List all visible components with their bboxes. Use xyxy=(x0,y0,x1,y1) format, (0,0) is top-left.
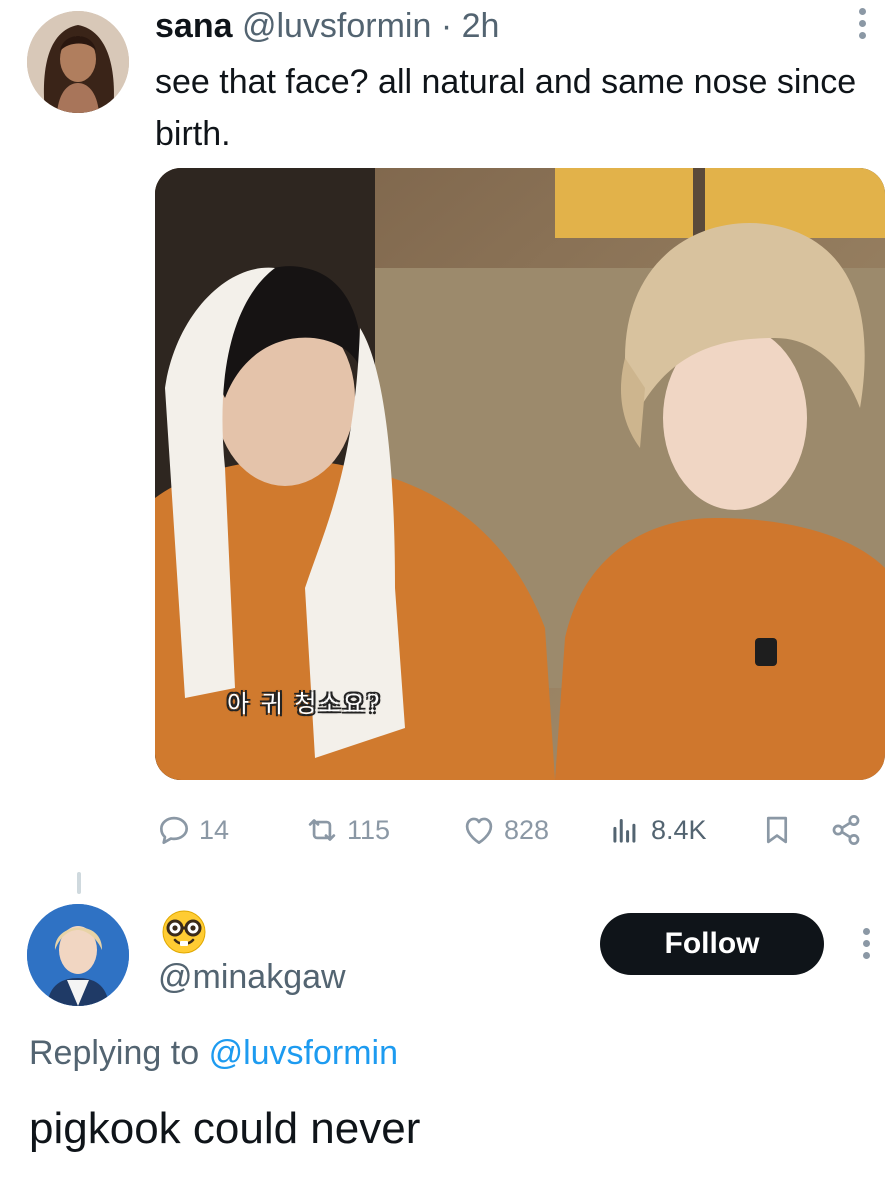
share-icon xyxy=(832,815,860,845)
tweet-actions: 14 115 828 8.4K xyxy=(155,805,885,855)
bookmark-icon xyxy=(766,816,788,844)
follow-button[interactable]: Follow xyxy=(600,913,824,975)
author-name[interactable]: sana xyxy=(155,7,233,45)
bookmark-action[interactable] xyxy=(758,805,796,855)
like-action[interactable]: 828 xyxy=(460,805,549,855)
like-count: 828 xyxy=(504,814,550,845)
reply-icon xyxy=(159,816,189,845)
reply-author-avatar[interactable] xyxy=(27,904,129,1006)
retweet-count: 115 xyxy=(347,814,391,845)
user-photo-icon xyxy=(27,904,129,1006)
nerd-face-emoji-icon xyxy=(160,908,208,956)
replying-to-mention-link[interactable]: @luvsformin xyxy=(209,1034,398,1072)
tweet-timestamp[interactable]: 2h xyxy=(462,7,500,45)
replying-to-line: Replying to @luvsformin xyxy=(29,1034,398,1073)
author-avatar[interactable] xyxy=(27,11,129,113)
retweet-icon xyxy=(308,819,336,841)
heart-icon xyxy=(465,817,493,845)
replying-to-prefix: Replying to xyxy=(29,1034,200,1072)
user-photo-icon xyxy=(27,11,129,113)
thread-connector xyxy=(77,872,81,894)
image-subtitle: 아 귀 청소요? xyxy=(227,690,382,718)
view-count: 8.4K xyxy=(651,814,707,845)
reply-text: pigkook could never xyxy=(29,1104,421,1153)
views-chart-icon xyxy=(613,818,636,843)
author-handle[interactable]: @luvsformin xyxy=(242,7,431,45)
retweet-action[interactable]: 115 xyxy=(303,805,390,855)
reply-more-options-icon[interactable] xyxy=(856,928,876,966)
reply-action[interactable]: 14 xyxy=(155,805,229,855)
tweet-image[interactable]: 아 귀 청소요? xyxy=(155,168,885,780)
tweet-header: sana @luvsformin · 2h xyxy=(155,6,499,46)
share-action[interactable] xyxy=(827,805,865,855)
tweet-more-options-icon[interactable] xyxy=(852,8,872,46)
reply-author-handle[interactable]: @minakgaw xyxy=(158,958,346,997)
reply-count: 14 xyxy=(199,814,230,845)
tweet-text: see that face? all natural and same nose… xyxy=(155,63,857,153)
header-separator: · xyxy=(440,7,453,45)
views-action[interactable]: 8.4K xyxy=(607,805,707,855)
